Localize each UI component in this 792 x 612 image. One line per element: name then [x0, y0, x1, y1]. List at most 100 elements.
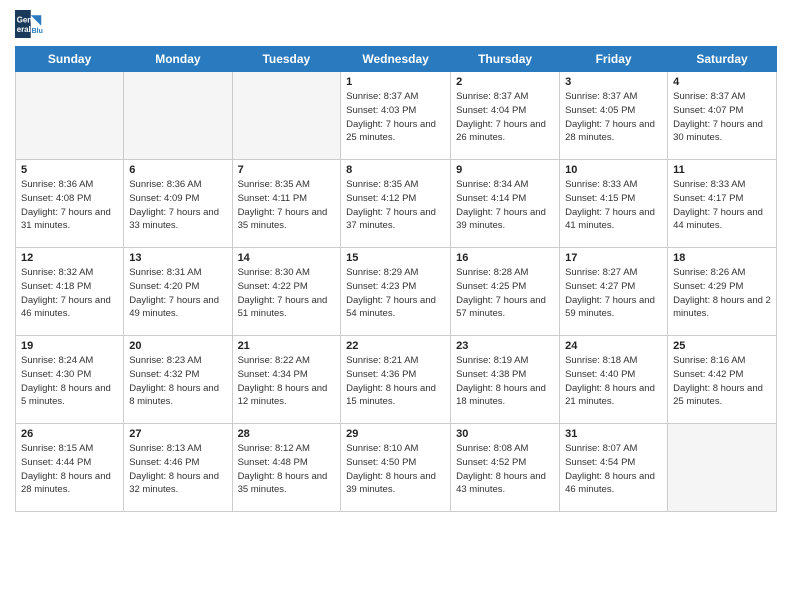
- day-number: 7: [238, 164, 336, 176]
- day-info: Sunrise: 8:22 AMSunset: 4:34 PMDaylight:…: [238, 354, 336, 409]
- calendar-cell: 12 Sunrise: 8:32 AMSunset: 4:18 PMDayligh…: [16, 248, 124, 336]
- day-info: Sunrise: 8:35 AMSunset: 4:11 PMDaylight:…: [238, 178, 336, 233]
- day-number: 12: [21, 252, 118, 264]
- day-number: 16: [456, 252, 554, 264]
- calendar-cell: 29 Sunrise: 8:10 AMSunset: 4:50 PMDayligh…: [341, 424, 451, 512]
- day-info: Sunrise: 8:28 AMSunset: 4:25 PMDaylight:…: [456, 266, 554, 321]
- svg-text:eral: eral: [17, 25, 31, 34]
- day-number: 29: [346, 428, 445, 440]
- day-info: Sunrise: 8:33 AMSunset: 4:15 PMDaylight:…: [565, 178, 662, 233]
- calendar-cell: 4Sunrise: 8:37 AMSunset: 4:07 PMDaylight…: [668, 72, 777, 160]
- day-number: 24: [565, 340, 662, 352]
- day-info: Sunrise: 8:35 AMSunset: 4:12 PMDaylight:…: [346, 178, 445, 233]
- day-number: 30: [456, 428, 554, 440]
- day-info: Sunrise: 8:24 AMSunset: 4:30 PMDaylight:…: [21, 354, 118, 409]
- day-info: Sunrise: 8:30 AMSunset: 4:22 PMDaylight:…: [238, 266, 336, 321]
- calendar-cell: 8 Sunrise: 8:35 AMSunset: 4:12 PMDaylight…: [341, 160, 451, 248]
- calendar-cell: 17 Sunrise: 8:27 AMSunset: 4:27 PMDayligh…: [560, 248, 668, 336]
- day-info: Sunrise: 8:23 AMSunset: 4:32 PMDaylight:…: [129, 354, 226, 409]
- calendar-cell: 24 Sunrise: 8:18 AMSunset: 4:40 PMDayligh…: [560, 336, 668, 424]
- calendar-cell: 14 Sunrise: 8:30 AMSunset: 4:22 PMDayligh…: [232, 248, 341, 336]
- day-number: 17: [565, 252, 662, 264]
- day-info: Sunrise: 8:31 AMSunset: 4:20 PMDaylight:…: [129, 266, 226, 321]
- calendar-cell: 19 Sunrise: 8:24 AMSunset: 4:30 PMDayligh…: [16, 336, 124, 424]
- day-number: 13: [129, 252, 226, 264]
- day-info: Sunrise: 8:27 AMSunset: 4:27 PMDaylight:…: [565, 266, 662, 321]
- calendar: SundayMondayTuesdayWednesdayThursdayFrid…: [15, 46, 777, 512]
- calendar-cell: 27 Sunrise: 8:13 AMSunset: 4:46 PMDayligh…: [124, 424, 232, 512]
- calendar-cell: 15Sunrise: 8:29 AMSunset: 4:23 PMDayligh…: [341, 248, 451, 336]
- day-info: Sunrise: 8:13 AMSunset: 4:46 PMDaylight:…: [129, 442, 226, 497]
- day-number: 8: [346, 164, 445, 176]
- day-info: Sunrise: 8:16 AMSunset: 4:42 PMDaylight:…: [673, 354, 771, 409]
- day-number: 11: [673, 164, 771, 176]
- calendar-cell: 25 Sunrise: 8:16 AMSunset: 4:42 PMDayligh…: [668, 336, 777, 424]
- day-info: Sunrise: 8:07 AMSunset: 4:54 PMDaylight:…: [565, 442, 662, 497]
- day-number: 21: [238, 340, 336, 352]
- calendar-cell: 6 Sunrise: 8:36 AMSunset: 4:09 PMDaylight…: [124, 160, 232, 248]
- day-info: Sunrise: 8:37 AMSunset: 4:03 PMDaylight:…: [346, 90, 445, 145]
- calendar-cell: 13 Sunrise: 8:31 AMSunset: 4:20 PMDayligh…: [124, 248, 232, 336]
- day-info: Sunrise: 8:21 AMSunset: 4:36 PMDaylight:…: [346, 354, 445, 409]
- day-number: 2: [456, 76, 554, 88]
- day-number: 31: [565, 428, 662, 440]
- calendar-cell: 18Sunrise: 8:26 AMSunset: 4:29 PMDayligh…: [668, 248, 777, 336]
- day-number: 28: [238, 428, 336, 440]
- calendar-cell: 16 Sunrise: 8:28 AMSunset: 4:25 PMDayligh…: [451, 248, 560, 336]
- day-number: 10: [565, 164, 662, 176]
- day-number: 5: [21, 164, 118, 176]
- weekday-header-monday: Monday: [124, 47, 232, 72]
- day-number: 19: [21, 340, 118, 352]
- day-number: 9: [456, 164, 554, 176]
- calendar-cell: 20Sunrise: 8:23 AMSunset: 4:32 PMDayligh…: [124, 336, 232, 424]
- weekday-header-thursday: Thursday: [451, 47, 560, 72]
- day-number: 25: [673, 340, 771, 352]
- calendar-cell: 23Sunrise: 8:19 AMSunset: 4:38 PMDayligh…: [451, 336, 560, 424]
- day-info: Sunrise: 8:08 AMSunset: 4:52 PMDaylight:…: [456, 442, 554, 497]
- day-number: 14: [238, 252, 336, 264]
- weekday-header-sunday: Sunday: [16, 47, 124, 72]
- week-row-5: 26Sunrise: 8:15 AMSunset: 4:44 PMDayligh…: [16, 424, 777, 512]
- day-number: 22: [346, 340, 445, 352]
- logo: Gen eral Blue: [15, 10, 47, 38]
- weekday-header-wednesday: Wednesday: [341, 47, 451, 72]
- header: Gen eral Blue: [15, 10, 777, 38]
- calendar-cell: 22 Sunrise: 8:21 AMSunset: 4:36 PMDayligh…: [341, 336, 451, 424]
- day-number: 3: [565, 76, 662, 88]
- day-number: 4: [673, 76, 771, 88]
- day-number: 6: [129, 164, 226, 176]
- calendar-cell: 5 Sunrise: 8:36 AMSunset: 4:08 PMDaylight…: [16, 160, 124, 248]
- calendar-cell: [124, 72, 232, 160]
- week-row-1: 1 Sunrise: 8:37 AMSunset: 4:03 PMDaylight…: [16, 72, 777, 160]
- day-info: Sunrise: 8:18 AMSunset: 4:40 PMDaylight:…: [565, 354, 662, 409]
- calendar-cell: 9 Sunrise: 8:34 AMSunset: 4:14 PMDaylight…: [451, 160, 560, 248]
- calendar-cell: 7 Sunrise: 8:35 AMSunset: 4:11 PMDaylight…: [232, 160, 341, 248]
- svg-text:Gen: Gen: [17, 15, 32, 24]
- week-row-3: 12 Sunrise: 8:32 AMSunset: 4:18 PMDayligh…: [16, 248, 777, 336]
- day-info: Sunrise: 8:34 AMSunset: 4:14 PMDaylight:…: [456, 178, 554, 233]
- day-info: Sunrise: 8:12 AMSunset: 4:48 PMDaylight:…: [238, 442, 336, 497]
- day-info: Sunrise: 8:26 AMSunset: 4:29 PMDaylight:…: [673, 266, 771, 321]
- day-info: Sunrise: 8:37 AMSunset: 4:04 PMDaylight:…: [456, 90, 554, 145]
- calendar-cell: [668, 424, 777, 512]
- day-info: Sunrise: 8:37 AMSunset: 4:05 PMDaylight:…: [565, 90, 662, 145]
- calendar-cell: 11Sunrise: 8:33 AMSunset: 4:17 PMDayligh…: [668, 160, 777, 248]
- calendar-cell: 10 Sunrise: 8:33 AMSunset: 4:15 PMDayligh…: [560, 160, 668, 248]
- calendar-cell: 21 Sunrise: 8:22 AMSunset: 4:34 PMDayligh…: [232, 336, 341, 424]
- weekday-header-tuesday: Tuesday: [232, 47, 341, 72]
- day-info: Sunrise: 8:32 AMSunset: 4:18 PMDaylight:…: [21, 266, 118, 321]
- day-info: Sunrise: 8:36 AMSunset: 4:09 PMDaylight:…: [129, 178, 226, 233]
- day-number: 26: [21, 428, 118, 440]
- week-row-4: 19 Sunrise: 8:24 AMSunset: 4:30 PMDayligh…: [16, 336, 777, 424]
- calendar-cell: 2 Sunrise: 8:37 AMSunset: 4:04 PMDaylight…: [451, 72, 560, 160]
- day-info: Sunrise: 8:19 AMSunset: 4:38 PMDaylight:…: [456, 354, 554, 409]
- calendar-cell: 26Sunrise: 8:15 AMSunset: 4:44 PMDayligh…: [16, 424, 124, 512]
- calendar-cell: 28 Sunrise: 8:12 AMSunset: 4:48 PMDayligh…: [232, 424, 341, 512]
- week-row-2: 5 Sunrise: 8:36 AMSunset: 4:08 PMDaylight…: [16, 160, 777, 248]
- day-info: Sunrise: 8:36 AMSunset: 4:08 PMDaylight:…: [21, 178, 118, 233]
- weekday-header-friday: Friday: [560, 47, 668, 72]
- day-number: 1: [346, 76, 445, 88]
- day-number: 27: [129, 428, 226, 440]
- day-info: Sunrise: 8:10 AMSunset: 4:50 PMDaylight:…: [346, 442, 445, 497]
- day-info: Sunrise: 8:29 AMSunset: 4:23 PMDaylight:…: [346, 266, 445, 321]
